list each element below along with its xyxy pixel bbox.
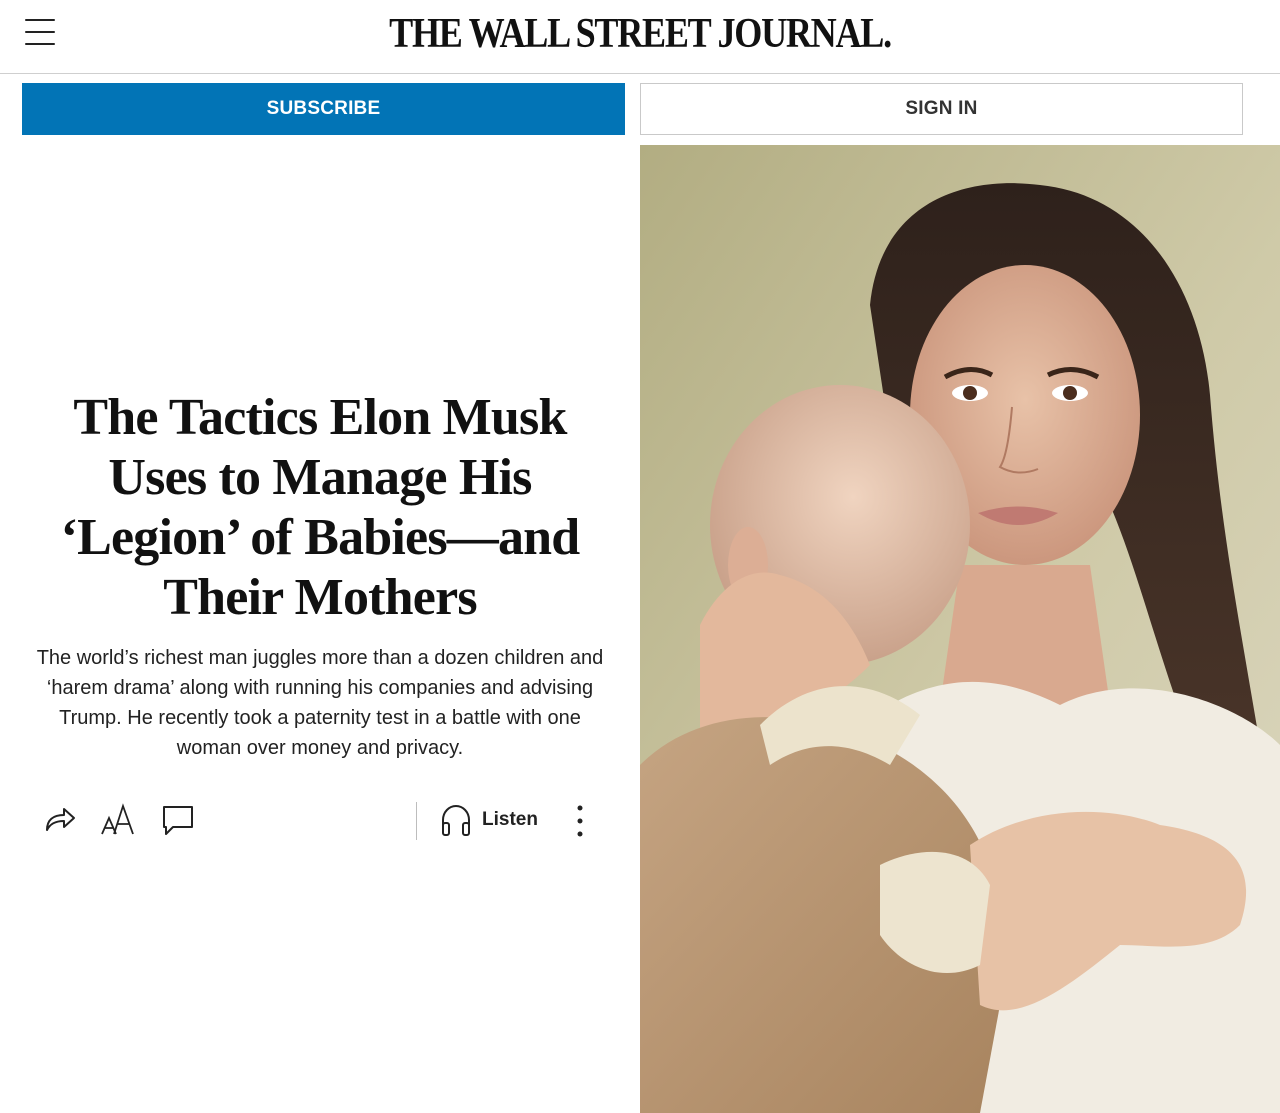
share-icon[interactable] <box>42 802 78 838</box>
headphones-icon <box>442 804 470 836</box>
more-vertical-icon[interactable] <box>566 802 594 840</box>
menu-line <box>25 19 55 21</box>
sign-in-button[interactable]: SIGN IN <box>640 83 1243 135</box>
toolbar-divider <box>416 802 417 840</box>
article-lead-photo <box>640 145 1280 1113</box>
article-headline: The Tactics Elon Musk Uses to Manage His… <box>60 389 581 626</box>
site-header: THE WALL STREET JOURNAL. <box>0 0 1280 74</box>
subscribe-button[interactable]: SUBSCRIBE <box>22 83 625 135</box>
menu-line <box>25 43 55 45</box>
menu-line <box>25 31 55 33</box>
text-size-icon[interactable] <box>100 802 136 838</box>
listen-label: Listen <box>482 809 538 830</box>
hamburger-menu-icon[interactable] <box>22 16 58 48</box>
article-toolbar: Listen <box>30 796 610 846</box>
article-dek: The world’s richest man juggles more tha… <box>36 647 604 759</box>
comment-icon[interactable] <box>160 802 196 838</box>
listen-button[interactable]: Listen <box>440 802 538 838</box>
masthead-logo[interactable]: THE WALL STREET JOURNAL. <box>90 10 1191 58</box>
